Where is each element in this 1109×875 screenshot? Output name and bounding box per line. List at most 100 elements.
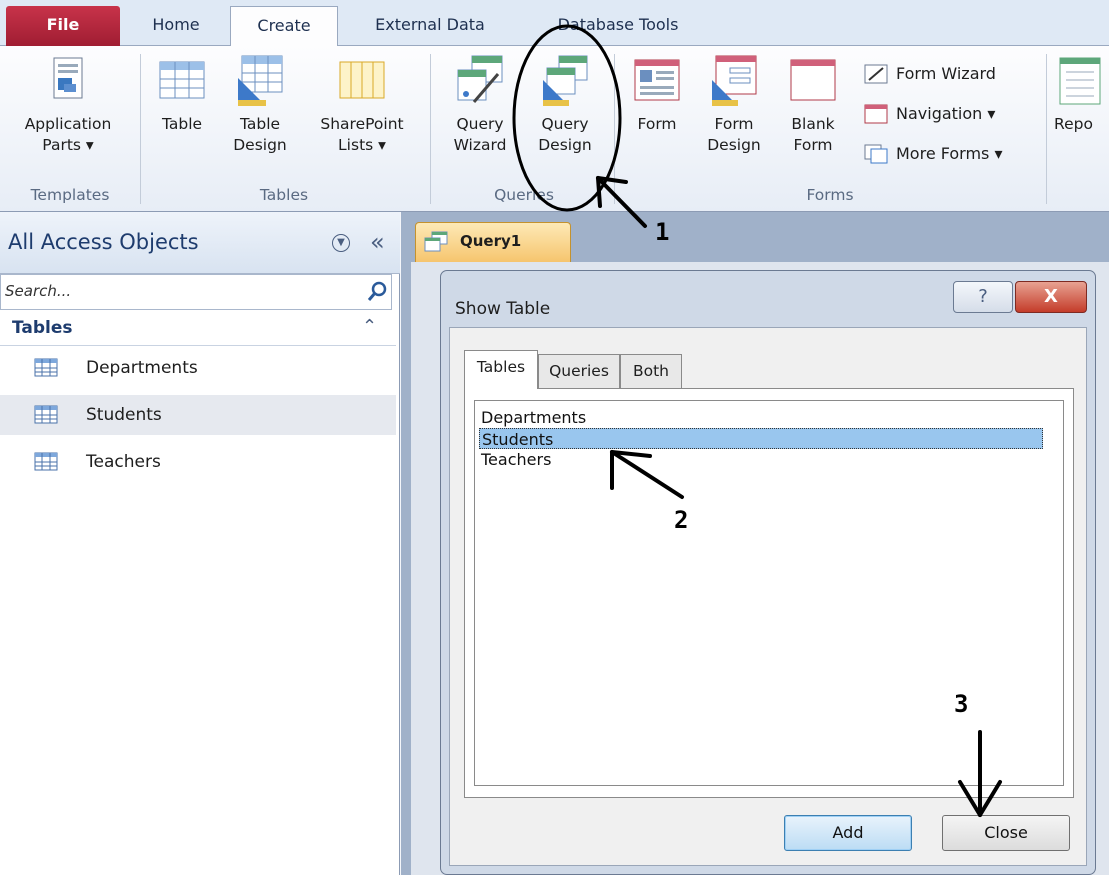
- query-wizard-label-1: Query: [456, 115, 504, 133]
- tab-query1[interactable]: Query1: [415, 222, 571, 262]
- query-design-label-1: Query: [541, 115, 589, 133]
- application-parts-label-1: Application: [24, 115, 112, 133]
- tab-external-data[interactable]: External Data: [340, 6, 520, 46]
- query-wizard-icon: [457, 55, 503, 103]
- navigation-pane-header[interactable]: All Access Objects ▼ «: [0, 212, 400, 274]
- form-design-button[interactable]: Form Design: [694, 54, 774, 156]
- navigation-label: Navigation ▾: [896, 104, 996, 123]
- sharepoint-lists-icon: [339, 61, 385, 99]
- query-design-button[interactable]: Query Design: [522, 54, 608, 156]
- navigation-button[interactable]: Navigation ▾: [862, 100, 995, 128]
- list-item-students[interactable]: Students: [479, 428, 1043, 449]
- nav-item-departments[interactable]: Departments: [0, 348, 396, 388]
- list-item-teachers[interactable]: Teachers: [479, 449, 1043, 470]
- sharepoint-lists-label-1: SharePoint: [320, 115, 404, 133]
- group-queries: Queries: [494, 186, 554, 204]
- form-wizard-button[interactable]: Form Wizard: [862, 60, 996, 88]
- blank-form-icon: [790, 59, 836, 101]
- query-design-label-2: Design: [538, 136, 592, 154]
- group-forms: Forms: [806, 186, 854, 204]
- query-wizard-label-2: Wizard: [453, 136, 507, 154]
- table-design-icon: [238, 55, 283, 106]
- form-wizard-icon: [864, 64, 888, 84]
- table-design-label-2: Design: [233, 136, 287, 154]
- ribbon-separator: [140, 54, 141, 204]
- tables-group-header[interactable]: Tables ⌃: [0, 316, 396, 346]
- add-button[interactable]: Add: [784, 815, 912, 851]
- ribbon: Application Parts ▾ Templates Table Tabl…: [0, 46, 1109, 212]
- tab-create[interactable]: Create: [230, 6, 338, 47]
- query-icon: [424, 231, 448, 252]
- more-forms-button[interactable]: More Forms ▾: [862, 140, 1003, 168]
- nav-item-teachers[interactable]: Teachers: [0, 442, 396, 482]
- nav-item-label: Teachers: [86, 452, 161, 472]
- form-wizard-label: Form Wizard: [896, 64, 996, 83]
- sharepoint-lists-label-2: Lists ▾: [338, 136, 386, 154]
- ribbon-tab-bar: File Home Create External Data Database …: [0, 0, 1109, 47]
- sharepoint-lists-button[interactable]: SharePoint Lists ▾: [302, 54, 422, 156]
- report-button[interactable]: Repo: [1054, 54, 1109, 135]
- group-tables: Tables: [259, 186, 309, 204]
- form-icon: [634, 59, 680, 101]
- query-design-icon: [543, 55, 588, 106]
- table-list[interactable]: Departments Students Teachers: [474, 400, 1064, 786]
- table-design-label-1: Table: [239, 115, 281, 133]
- dialog-body: Tables Queries Both Departments Students…: [449, 327, 1087, 866]
- list-item-departments[interactable]: Departments: [479, 407, 1043, 428]
- search-input[interactable]: Search...: [0, 274, 392, 310]
- annotation-number-3: 3: [954, 690, 969, 718]
- blank-form-label-1: Blank: [791, 115, 835, 133]
- collapse-group-icon[interactable]: ⌃: [362, 316, 377, 337]
- shutter-bar-collapse-icon[interactable]: «: [370, 228, 385, 256]
- nav-item-label: Students: [86, 405, 162, 425]
- report-label: Repo: [1054, 115, 1093, 133]
- form-design-label-2: Design: [707, 136, 761, 154]
- tab-tables[interactable]: Tables: [464, 350, 538, 389]
- close-icon[interactable]: X: [1015, 281, 1087, 313]
- tab-home[interactable]: Home: [128, 6, 224, 46]
- blank-form-label-2: Form: [793, 136, 833, 154]
- table-icon: [34, 452, 58, 471]
- more-forms-label: More Forms ▾: [896, 144, 1003, 163]
- nav-item-students[interactable]: Students: [0, 395, 396, 435]
- form-design-label-1: Form: [714, 115, 754, 133]
- ribbon-separator: [614, 54, 615, 204]
- more-forms-icon: [864, 144, 888, 164]
- search-icon[interactable]: [365, 280, 389, 304]
- table-label: Table: [161, 115, 203, 133]
- document-tab-label: Query1: [460, 232, 522, 250]
- search-placeholder: Search...: [5, 282, 72, 300]
- table-icon: [34, 405, 58, 424]
- navigation-pane: All Access Objects ▼ « Search... Tables …: [0, 212, 400, 875]
- table-icon: [159, 61, 205, 99]
- navigation-pane-title: All Access Objects: [8, 230, 199, 254]
- form-label: Form: [637, 115, 677, 133]
- group-templates: Templates: [30, 186, 110, 204]
- table-design-button[interactable]: Table Design: [222, 54, 298, 156]
- table-button[interactable]: Table: [146, 54, 218, 135]
- annotation-number-2: 2: [674, 506, 689, 534]
- application-parts-icon: [53, 57, 83, 99]
- ribbon-separator: [430, 54, 431, 204]
- blank-form-button[interactable]: Blank Form: [778, 54, 848, 156]
- tab-queries[interactable]: Queries: [538, 354, 620, 388]
- application-parts-button[interactable]: Application Parts ▾: [0, 54, 136, 156]
- ribbon-separator: [1046, 54, 1047, 204]
- report-icon: [1059, 57, 1101, 105]
- tables-group-label: Tables: [12, 318, 73, 338]
- table-icon: [34, 358, 58, 377]
- navigation-icon: [864, 104, 888, 124]
- form-design-icon: [712, 55, 757, 106]
- tab-database-tools[interactable]: Database Tools: [525, 6, 711, 46]
- help-icon[interactable]: ?: [953, 281, 1013, 313]
- chevron-down-icon[interactable]: ▼: [332, 234, 350, 252]
- nav-item-label: Departments: [86, 358, 198, 378]
- dialog-title: Show Table: [455, 299, 551, 319]
- close-button[interactable]: Close: [942, 815, 1070, 851]
- show-table-dialog: Show Table ? X Tables Queries Both Depar…: [440, 270, 1096, 875]
- tab-both[interactable]: Both: [620, 354, 682, 388]
- form-button[interactable]: Form: [624, 54, 690, 135]
- tab-file[interactable]: File: [6, 6, 120, 46]
- annotation-number-1: 1: [655, 218, 670, 246]
- query-wizard-button[interactable]: Query Wizard: [440, 54, 520, 156]
